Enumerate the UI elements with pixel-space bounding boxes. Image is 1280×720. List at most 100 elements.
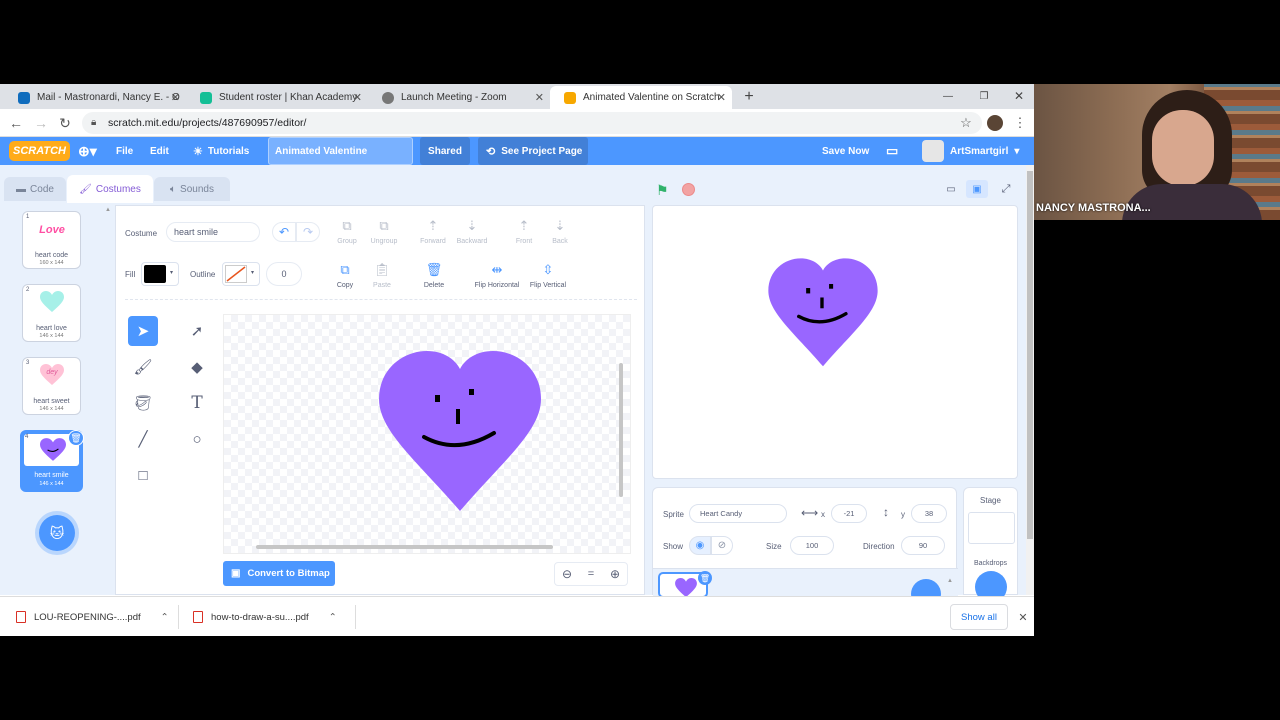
delete-sprite-icon[interactable]: 🗑︎ xyxy=(698,571,712,585)
green-flag-icon[interactable]: ⚑ xyxy=(656,182,669,199)
browser-tab-scratch[interactable]: Animated Valentine on Scratch ✕ xyxy=(550,86,732,109)
costume-thumbnail-2[interactable]: 2 heart love 146 x 144 xyxy=(22,284,81,342)
file-menu[interactable]: File xyxy=(116,137,133,165)
text-tool-icon[interactable]: T xyxy=(182,388,212,418)
download-item-2[interactable]: how-to-draw-a-su....pdf ⌃ xyxy=(193,597,337,636)
direction-input[interactable]: 90 xyxy=(901,536,945,555)
costume-thumbnail-3[interactable]: 3 dey heart sweet 146 x 144 xyxy=(22,357,81,415)
zoom-reset-button[interactable]: = xyxy=(579,563,603,585)
stage-canvas[interactable] xyxy=(652,205,1018,479)
close-tab-icon[interactable]: ✕ xyxy=(535,91,544,104)
close-window-icon[interactable]: ✕ xyxy=(1011,88,1027,104)
forward-arrow-icon[interactable]: → xyxy=(33,115,49,131)
tab-code[interactable]: ▬ Code xyxy=(4,177,66,201)
outline-color-picker[interactable]: ▾ xyxy=(222,262,260,286)
account-menu[interactable]: ArtSmartgirl ▾ xyxy=(922,137,1019,165)
new-tab-button[interactable]: + xyxy=(740,88,758,106)
scratch-logo[interactable]: SCRATCH xyxy=(9,141,70,161)
sprite-list-scrollbar[interactable]: ▲ xyxy=(947,569,955,597)
save-now-button[interactable]: Save Now xyxy=(822,137,869,165)
small-stage-icon[interactable]: ▭ xyxy=(941,180,961,198)
tutorials-button[interactable]: ☀ Tutorials xyxy=(193,137,249,165)
heart-thumbnail-icon xyxy=(40,438,66,461)
close-tab-icon[interactable]: ✕ xyxy=(353,91,362,104)
front-button[interactable]: ⇡ Front xyxy=(504,218,544,245)
select-tool-icon[interactable]: ➤ xyxy=(128,316,158,346)
hide-eye-icon[interactable]: ⊘ xyxy=(711,536,733,555)
fill-color-picker[interactable]: ▾ xyxy=(141,262,179,286)
costume-thumbnail-1[interactable]: 1 Love heart code 160 x 144 xyxy=(22,211,81,269)
see-project-page-button[interactable]: ⟲ See Project Page xyxy=(478,137,588,165)
back-button[interactable]: ⇣ Back xyxy=(540,218,580,245)
redo-icon[interactable]: ↷ xyxy=(296,222,320,242)
shared-button[interactable]: Shared xyxy=(420,137,470,165)
close-download-bar-icon[interactable]: ✕ xyxy=(1015,608,1031,626)
size-input[interactable]: 100 xyxy=(790,536,834,555)
outline-width-input[interactable]: 0 xyxy=(266,262,302,286)
zoom-out-icon[interactable]: ⊖ xyxy=(555,563,579,585)
canvas-vertical-scrollbar[interactable] xyxy=(619,363,623,497)
costume-thumbnail-4[interactable]: 4 🗑︎ heart smile 146 x 144 xyxy=(20,430,84,492)
page-scrollbar[interactable] xyxy=(1026,165,1034,595)
close-tab-icon[interactable]: ✕ xyxy=(717,91,726,104)
paint-canvas[interactable] xyxy=(223,314,631,554)
close-tab-icon[interactable]: ✕ xyxy=(171,91,180,104)
normal-stage-icon[interactable]: ▣ xyxy=(966,180,988,198)
project-title-input[interactable]: Animated Valentine xyxy=(268,137,413,165)
brush-tool-icon[interactable]: 🖌︎ xyxy=(128,352,158,382)
restore-icon[interactable]: ❐ xyxy=(976,88,992,104)
flip-vertical-button[interactable]: ⇳ Flip Vertical xyxy=(526,262,570,289)
stage-target-panel[interactable]: Stage Backdrops xyxy=(963,487,1018,603)
forward-button[interactable]: ⇡ Forward xyxy=(413,218,453,245)
line-tool-icon[interactable]: ╱ xyxy=(128,424,158,454)
ungroup-button[interactable]: ⧉ Ungroup xyxy=(364,218,404,245)
canvas-horizontal-scrollbar[interactable] xyxy=(256,545,553,549)
browser-tab-zoom[interactable]: Launch Meeting - Zoom ✕ xyxy=(368,86,550,109)
group-button[interactable]: ⧉ Group xyxy=(327,218,367,245)
y-input[interactable]: 38 xyxy=(911,504,947,523)
costume-list-scrollbar[interactable]: ▲ xyxy=(104,205,112,595)
show-all-button[interactable]: Show all xyxy=(950,604,1008,630)
minimize-icon[interactable]: — xyxy=(940,88,956,104)
convert-to-bitmap-button[interactable]: ▣ Convert to Bitmap xyxy=(223,561,335,586)
flip-horizontal-button[interactable]: ⇹ Flip Horizontal xyxy=(470,262,524,289)
delete-costume-icon[interactable]: 🗑︎ xyxy=(68,430,84,446)
circle-tool-icon[interactable]: ○ xyxy=(182,424,212,454)
stop-icon[interactable] xyxy=(682,183,695,196)
chevron-up-icon[interactable]: ⌃ xyxy=(161,612,169,623)
reload-icon[interactable]: ↻ xyxy=(57,115,73,131)
fullscreen-icon[interactable]: ⤢ xyxy=(996,180,1016,198)
fill-tool-icon[interactable]: 🪣︎ xyxy=(128,388,158,418)
delete-button[interactable]: 🗑︎ Delete xyxy=(414,262,454,289)
eraser-tool-icon[interactable]: ◆ xyxy=(182,352,212,382)
bookmark-star-icon[interactable]: ☆ xyxy=(958,115,974,131)
paste-button[interactable]: 📋︎ Paste xyxy=(362,262,402,289)
zoom-in-icon[interactable]: ⊕ xyxy=(603,563,627,585)
tab-sounds[interactable]: 🔈︎ Sounds xyxy=(154,177,230,201)
sprite-name-input[interactable]: Heart Candy xyxy=(689,504,787,523)
profile-avatar[interactable] xyxy=(987,115,1003,131)
back-arrow-icon[interactable]: ← xyxy=(8,115,24,131)
browser-tab-mail[interactable]: Mail - Mastronardi, Nancy E. - O ✕ xyxy=(4,86,186,109)
tab-costumes[interactable]: 🖌︎ Costumes xyxy=(67,175,153,203)
copy-button[interactable]: ⧉ Copy xyxy=(325,262,365,289)
edit-menu[interactable]: Edit xyxy=(150,137,169,165)
rectangle-tool-icon[interactable]: □ xyxy=(128,460,158,490)
show-eye-icon[interactable]: ◉ xyxy=(689,536,711,555)
costume-name-input[interactable]: heart smile xyxy=(166,222,260,242)
browser-menu-icon[interactable]: ⋮ xyxy=(1013,115,1027,131)
browser-tab-khan[interactable]: Student roster | Khan Academy ✕ xyxy=(186,86,368,109)
download-item-1[interactable]: LOU-REOPENING-....pdf ⌃ xyxy=(16,597,169,636)
backward-button[interactable]: ⇣ Backward xyxy=(452,218,492,245)
reshape-tool-icon[interactable]: ➚ xyxy=(182,316,212,346)
folder-icon[interactable]: ▭ xyxy=(886,137,898,165)
url-bar[interactable]: 🔒︎ scratch.mit.edu/projects/487690957/ed… xyxy=(82,112,982,134)
choose-costume-button[interactable]: 🐱︎ xyxy=(39,515,75,551)
undo-icon[interactable]: ↶ xyxy=(272,222,296,242)
chevron-up-icon[interactable]: ⌃ xyxy=(329,612,337,623)
download-filename: LOU-REOPENING-....pdf xyxy=(34,611,141,623)
page-scrollbar-thumb[interactable] xyxy=(1027,171,1033,539)
x-input[interactable]: -21 xyxy=(831,504,867,523)
sprite-thumbnail[interactable]: 🗑︎ xyxy=(658,571,712,598)
globe-language-icon[interactable]: ⊕▾ xyxy=(78,137,97,165)
